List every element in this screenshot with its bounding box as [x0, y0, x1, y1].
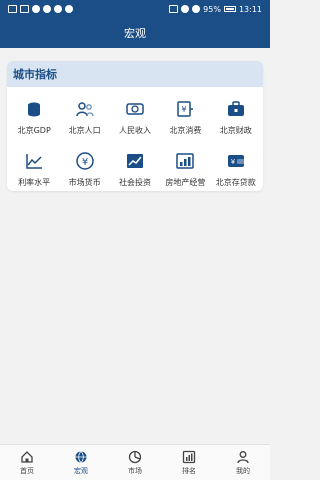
svg-text:¥: ¥: [182, 105, 187, 114]
nav-macro[interactable]: 宏观: [54, 445, 108, 480]
indicator-label: 人民收入: [118, 126, 151, 135]
indicator-label: 房地产经营: [165, 178, 206, 187]
nav-label: 首页: [20, 466, 34, 475]
yuan-circle-icon: ¥: [75, 151, 95, 171]
interest-chart-icon: [24, 151, 44, 171]
bottom-nav: 首页 宏观 市场 排名 我的: [0, 444, 270, 480]
page-title: 宏观: [124, 27, 146, 40]
people-icon: [75, 99, 95, 119]
sim-icon: [192, 5, 201, 13]
indicator-investment[interactable]: 社会投资: [110, 143, 160, 191]
data-icon: [43, 5, 51, 13]
deposit-loan-icon: ¥: [226, 151, 246, 171]
indicator-interest-rate[interactable]: 利率水平: [9, 143, 59, 191]
battery-icon: [223, 6, 236, 12]
usb-icon: [54, 5, 62, 13]
nav-home[interactable]: 首页: [0, 445, 54, 480]
page-header: 宏观: [0, 18, 270, 48]
indicator-label: 社会投资: [118, 178, 151, 187]
indicator-grid: 北京GDP 北京人口 人民收入 ¥ 北京消费 北京财政 利率水平 ¥ 市场货币 …: [7, 87, 263, 191]
indicator-income[interactable]: 人民收入: [110, 91, 160, 143]
indicator-label: 北京消费: [169, 126, 202, 135]
finance-icon: [226, 99, 246, 119]
wifi-icon: [32, 5, 40, 13]
nav-label: 市场: [128, 466, 142, 475]
svg-text:¥: ¥: [81, 157, 87, 168]
indicator-label: 北京人口: [68, 126, 101, 135]
message-icon: [65, 5, 73, 13]
real-estate-bar-icon: [175, 151, 195, 171]
signal-icon: [20, 5, 29, 13]
indicator-money[interactable]: ¥ 市场货币: [59, 143, 109, 191]
city-indicators-card: 城市指标 北京GDP 北京人口 人民收入 ¥ 北京消费 北京财政 利率水平 ¥ …: [7, 61, 263, 191]
indicator-label: 北京财政: [219, 126, 252, 135]
indicator-label: 北京GDP: [17, 126, 51, 135]
consumption-icon: ¥: [175, 99, 195, 119]
indicator-gdp[interactable]: 北京GDP: [9, 91, 59, 143]
status-left-icons: [8, 5, 73, 13]
ranking-icon: [182, 450, 196, 463]
investment-chart-icon: [125, 151, 145, 171]
time: 13:11: [238, 4, 262, 14]
nav-label: 宏观: [74, 466, 88, 475]
volte-icon: [8, 5, 17, 13]
alarm-icon: [181, 5, 190, 13]
nav-ranking[interactable]: 排名: [162, 445, 216, 480]
nav-profile[interactable]: 我的: [216, 445, 270, 480]
indicator-label: 利率水平: [18, 178, 51, 187]
indicator-finance[interactable]: 北京财政: [211, 91, 261, 143]
nav-label: 我的: [236, 466, 250, 475]
city-indicators-title: 城市指标: [7, 61, 263, 87]
indicator-label: 市场货币: [68, 178, 101, 187]
indicator-label: 北京存贷款: [215, 178, 256, 187]
coins-icon: [24, 99, 44, 119]
income-icon: [125, 99, 145, 119]
pie-icon: [128, 450, 142, 463]
indicator-consumption[interactable]: ¥ 北京消费: [160, 91, 210, 143]
status-bar: 95% 13:11: [0, 0, 270, 18]
nfc-icon: [169, 5, 179, 13]
home-icon: [21, 450, 33, 463]
globe-icon: [75, 450, 87, 463]
indicator-real-estate[interactable]: 房地产经营: [160, 143, 210, 191]
nav-market[interactable]: 市场: [108, 445, 162, 480]
nav-label: 排名: [182, 466, 196, 475]
svg-text:¥: ¥: [231, 158, 236, 166]
indicator-deposit-loan[interactable]: ¥ 北京存贷款: [211, 143, 261, 191]
battery-text: 95%: [203, 4, 221, 14]
indicator-population[interactable]: 北京人口: [59, 91, 109, 143]
user-icon: [237, 450, 249, 463]
status-right: 95% 13:11: [169, 5, 262, 14]
